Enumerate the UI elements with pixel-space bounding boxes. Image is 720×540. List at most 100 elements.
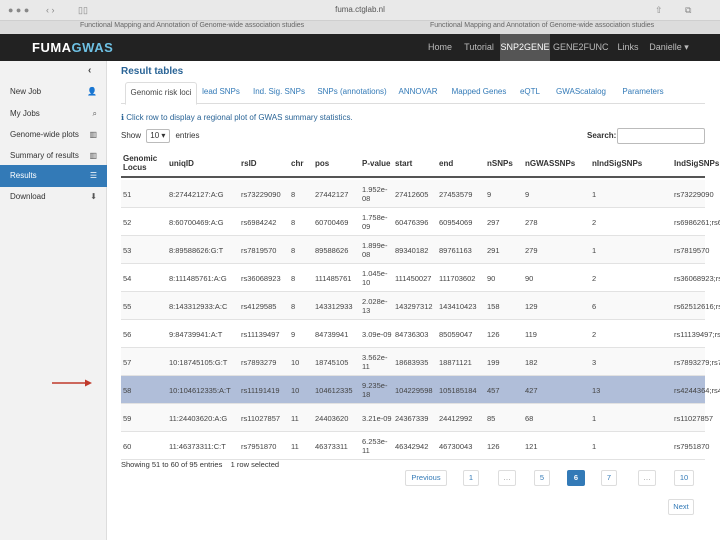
pagination-previous[interactable]: Previous <box>405 470 447 486</box>
cell-genomic-locus: 52 <box>123 217 132 227</box>
fuma-logo[interactable]: FUMAGWAS <box>32 40 113 55</box>
result-tabs: Genomic risk loci lead SNPs Ind. Sig. SN… <box>121 78 705 105</box>
cell-chr: 10 <box>291 385 300 395</box>
tab-mapped-genes[interactable]: Mapped Genes <box>448 82 510 104</box>
tab-lead-snps[interactable]: lead SNPs <box>199 82 243 104</box>
cell-nsnps: 297 <box>487 217 500 227</box>
browser-tab[interactable]: Functional Mapping and Annotation of Gen… <box>430 22 654 29</box>
back-forward-icon[interactable]: ‹ › <box>46 5 55 15</box>
pagination-page[interactable]: 7 <box>601 470 617 486</box>
nav-gene2func[interactable]: GENE2FUNC <box>553 34 609 61</box>
cell-end: 111703602 <box>439 273 476 283</box>
tab-ind-sig-snps[interactable]: Ind. Sig. SNPs <box>249 82 309 104</box>
cell-uniqid: 8:60700469:A:G <box>169 217 224 227</box>
cell-indsigsnps: rs7819570 <box>674 245 710 255</box>
column-header-rsid[interactable]: rsID <box>241 148 289 178</box>
table-row[interactable]: 60 11:46373311:C:T rs7951870 11 46373311 6.25… <box>121 432 709 460</box>
column-header-chr[interactable]: chr <box>291 148 313 178</box>
column-header-nsnps[interactable]: nSNPs <box>487 148 523 178</box>
cell-genomic-locus: 56 <box>123 329 132 339</box>
table-row[interactable]: 53 8:89588626:G:T rs7819570 8 89588626 1.899e… <box>121 236 709 264</box>
cell-chr: 10 <box>291 357 300 367</box>
cell-end: 89761163 <box>439 245 472 255</box>
sidebar-item-summary-of-results[interactable]: Summary of results ▥ <box>0 145 107 167</box>
column-header-p-value[interactable]: P-value <box>362 148 394 178</box>
cell-end: 143410423 <box>439 301 477 311</box>
column-header-genomic-locus[interactable]: Genomic Locus <box>123 148 167 178</box>
browser-tab[interactable]: Functional Mapping and Annotation of Gen… <box>80 22 304 29</box>
pagination-page-active[interactable]: 6 <box>567 470 585 486</box>
cell-nindsigsnps: 3 <box>592 357 597 367</box>
page-length-select[interactable]: 10 ▾ <box>146 129 171 143</box>
column-header-ngwassnps[interactable]: nGWASSNPs <box>525 148 591 178</box>
table-row[interactable]: 56 9:84739941:A:T rs11139497 9 84739941 3.09e… <box>121 320 720 348</box>
search-input[interactable] <box>617 128 705 144</box>
cell-pos: 46373311 <box>315 441 348 451</box>
tab-snps-annotations[interactable]: SNPs (annotations) <box>314 82 390 104</box>
table-row[interactable]: 54 8:111485761:A:G rs36068923 8 111485761 1.0… <box>121 264 720 292</box>
pagination-page[interactable]: 1 <box>463 470 479 486</box>
nav-home[interactable]: Home <box>423 34 457 61</box>
tab-eqtl[interactable]: eQTL <box>514 82 546 104</box>
cell-nsnps: 457 <box>487 385 500 395</box>
column-header-indsigsnps[interactable]: IndSigSNPs <box>674 148 720 178</box>
sidebar-item-my-jobs[interactable]: My Jobs ⌕ <box>0 103 107 125</box>
tab-parameters[interactable]: Parameters <box>615 82 671 104</box>
cell-start: 111450027 <box>395 273 432 283</box>
tabs-icon[interactable]: ⧉ <box>685 5 691 16</box>
window-controls[interactable]: ● ● ● <box>8 5 29 15</box>
column-header-end[interactable]: end <box>439 148 485 178</box>
sidebar-item-download[interactable]: Download ⬇ <box>0 186 107 208</box>
bar-chart-icon: ▥ <box>89 130 97 139</box>
cell-p-value: 2.028e-13 <box>362 297 388 315</box>
cell-rsid: rs73229090 <box>241 189 281 199</box>
share-icon[interactable]: ⇧ <box>655 5 663 16</box>
pagination-page[interactable]: 5 <box>534 470 550 486</box>
cell-indsigsnps: rs6986261;rs6 <box>674 217 720 227</box>
table-row[interactable]: 57 10:18745105:G:T rs7893279 10 18745105 3.56… <box>121 348 720 376</box>
download-icon: ⬇ <box>90 192 97 201</box>
cell-uniqid: 9:84739941:A:T <box>169 329 223 339</box>
cell-chr: 8 <box>291 189 296 199</box>
bar-chart-icon: ▥ <box>89 151 97 160</box>
address-bar[interactable]: fuma.ctglab.nl <box>290 3 430 16</box>
tab-genomic-risk-loci[interactable]: Genomic risk loci <box>125 82 197 105</box>
cell-start: 46342942 <box>395 441 429 451</box>
cell-uniqid: 10:104612335:A:T <box>169 385 231 395</box>
nav-user-menu[interactable]: Danielle ▾ <box>646 34 692 61</box>
pagination-next[interactable]: Next <box>668 499 694 515</box>
collapse-sidebar-icon[interactable]: ‹ <box>88 65 91 76</box>
search-icon: ⌕ <box>92 109 97 118</box>
cell-nindsigsnps: 1 <box>592 441 597 451</box>
pagination-page[interactable]: 10 <box>674 470 694 486</box>
nav-snp2gene[interactable]: SNP2GENE <box>500 34 550 61</box>
cell-ngwassnps: 278 <box>525 217 538 227</box>
column-header-nindsigsnps[interactable]: nIndSigSNPs <box>592 148 672 178</box>
cell-rsid: rs4129585 <box>241 301 277 311</box>
table-row[interactable]: 55 8:143312933:A:C rs4129585 8 143312933 2.02… <box>121 292 720 320</box>
table-row[interactable]: 52 8:60700469:A:G rs6984242 8 60700469 1.758e… <box>121 208 720 236</box>
table-row[interactable]: 51 8:27442127:A:G rs73229090 8 27442127 1.952… <box>121 180 714 208</box>
cell-p-value: 1.045e-10 <box>362 269 388 287</box>
cell-start: 24367339 <box>395 413 429 423</box>
cell-end: 46730043 <box>439 441 473 451</box>
cell-ngwassnps: 119 <box>525 329 537 339</box>
table-row[interactable]: 59 11:24403620:A:G rs11027857 11 24403620 3.2… <box>121 404 713 432</box>
sidebar-item-results[interactable]: Results ☰ <box>0 165 107 187</box>
tab-gwascatalog[interactable]: GWAScatalog <box>551 82 611 104</box>
cell-genomic-locus: 54 <box>123 273 132 283</box>
sidebar-item-new-job[interactable]: New Job 👤 <box>0 81 107 103</box>
column-header-start[interactable]: start <box>395 148 437 178</box>
cell-indsigsnps: rs7951870 <box>674 441 710 451</box>
nav-tutorial[interactable]: Tutorial <box>459 34 499 61</box>
sidebar-toggle-icon[interactable]: ▯▯ <box>78 5 88 16</box>
regional-plot-hint: ℹ Click row to display a regional plot o… <box>121 113 353 122</box>
cell-indsigsnps: rs4244364;rs4 <box>674 385 720 395</box>
column-header-uniqid[interactable]: uniqID <box>169 148 239 178</box>
table-row-selected[interactable]: 58 10:104612335:A:T rs11191419 10 104612335 9… <box>121 376 720 404</box>
arrow-annotation-icon <box>52 379 92 387</box>
tab-annovar[interactable]: ANNOVAR <box>395 82 441 104</box>
nav-links[interactable]: Links <box>612 34 644 61</box>
column-header-pos[interactable]: pos <box>315 148 360 178</box>
sidebar-item-genome-wide-plots[interactable]: Genome-wide plots ▥ <box>0 124 107 146</box>
